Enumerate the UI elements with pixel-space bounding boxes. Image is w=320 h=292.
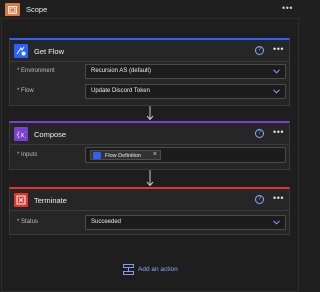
add-action-icon	[123, 264, 134, 275]
inputs-field[interactable]: Flow Definition ×	[85, 147, 286, 163]
scope-more-button[interactable]: •••	[282, 3, 293, 13]
token-remove-icon[interactable]: ×	[153, 151, 157, 158]
svg-text:{x}: {x}	[16, 131, 26, 138]
chevron-down-icon	[273, 220, 280, 225]
status-row: * Status Succeeded	[10, 211, 289, 235]
environment-row: * Environment Recursion AS (default)	[10, 62, 289, 82]
status-value: Succeeded	[91, 219, 122, 225]
compose-card[interactable]: {x} Compose ? ••• * Inputs Flow Definiti…	[9, 121, 290, 170]
environment-label: * Environment	[17, 68, 55, 74]
get-flow-title: Get Flow	[34, 47, 65, 56]
status-label: * Status	[17, 219, 39, 225]
get-flow-card[interactable]: Get Flow ? ••• * Environment Recursion A…	[9, 38, 290, 106]
connector-arrow-icon	[146, 106, 154, 121]
flow-label: * Flow	[17, 88, 34, 94]
flow-icon	[93, 152, 101, 159]
compose-title: Compose	[34, 130, 67, 139]
connector-arrow-icon	[146, 170, 154, 187]
terminate-card[interactable]: Terminate ? ••• * Status Succeeded	[9, 187, 290, 235]
flow-select[interactable]: Update Discord Token	[85, 84, 286, 99]
flow-row: * Flow Update Discord Token	[10, 82, 289, 102]
terminate-title: Terminate	[34, 196, 67, 205]
status-select[interactable]: Succeeded	[85, 215, 286, 230]
environment-select[interactable]: Recursion AS (default)	[85, 64, 286, 79]
chevron-down-icon	[273, 69, 280, 74]
flow-icon	[14, 44, 28, 58]
inputs-row: * Inputs Flow Definition ×	[10, 145, 289, 169]
get-flow-header[interactable]: Get Flow ? •••	[10, 40, 289, 62]
scope-header[interactable]: Scope •••	[0, 0, 300, 19]
add-action-label: Add an action	[138, 266, 178, 273]
compose-header[interactable]: {x} Compose ? •••	[10, 123, 289, 145]
chevron-down-icon	[273, 89, 280, 94]
flow-definition-token[interactable]: Flow Definition ×	[90, 150, 161, 160]
environment-value: Recursion AS (default)	[91, 68, 152, 74]
inputs-label: * Inputs	[17, 152, 38, 158]
scope-title: Scope	[26, 5, 48, 14]
terminate-help-button[interactable]: ?	[255, 195, 264, 204]
get-flow-more-button[interactable]: •••	[273, 44, 284, 54]
terminate-icon	[14, 193, 28, 207]
terminate-header[interactable]: Terminate ? •••	[10, 189, 289, 211]
scope-icon	[5, 3, 20, 16]
terminate-more-button[interactable]: •••	[273, 193, 284, 203]
compose-help-button[interactable]: ?	[255, 129, 264, 138]
compose-more-button[interactable]: •••	[273, 127, 284, 137]
compose-icon: {x}	[14, 127, 28, 141]
flow-value: Update Discord Token	[91, 88, 150, 94]
get-flow-help-button[interactable]: ?	[255, 46, 264, 55]
token-label: Flow Definition	[105, 152, 142, 159]
